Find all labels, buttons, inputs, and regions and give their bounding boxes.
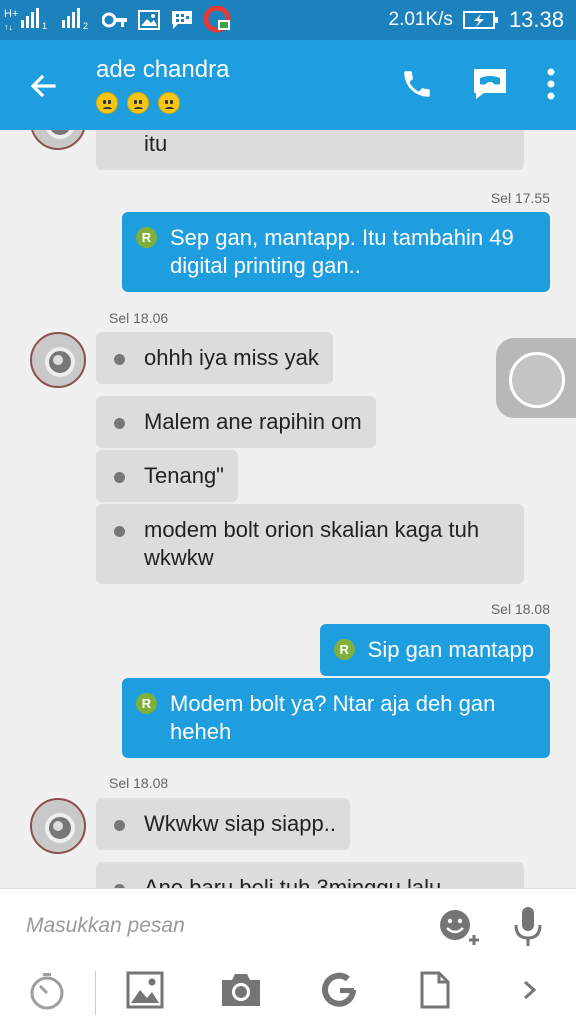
microphone-icon[interactable]	[512, 905, 544, 954]
network-speed: 2.01K/s	[388, 9, 453, 30]
file-icon[interactable]	[420, 971, 450, 1014]
message-dot	[114, 472, 125, 483]
message-text: Sep gan, mantapp. Itu tambahin 49 digita…	[170, 225, 514, 278]
message-timestamp: Sel 18.08	[490, 601, 550, 617]
chat-mask-icon[interactable]	[472, 64, 508, 104]
message-list[interactable]: itu Sel 17.55 R Sep gan, mantapp. Itu ta…	[0, 130, 576, 888]
message-text: Wkwkw siap siapp..	[144, 811, 336, 836]
message-text: Malem ane rapihin om	[144, 409, 362, 434]
message-dot	[114, 820, 125, 831]
more-vert-icon[interactable]	[546, 64, 556, 104]
message-text: modem bolt orion skalian kaga tuh wkwkw	[144, 517, 480, 570]
app-notification-icon	[204, 6, 232, 34]
sad-emoji-icon	[96, 92, 118, 114]
mood-emoji-row	[96, 92, 180, 114]
chevron-right-icon[interactable]	[518, 971, 542, 1014]
message-incoming[interactable]: modem bolt orion skalian kaga tuh wkwkw	[96, 504, 524, 584]
sim2-label: 2	[83, 21, 88, 31]
message-text: ohhh iya miss yak	[144, 345, 319, 370]
toolbar-actions	[400, 64, 556, 104]
message-incoming[interactable]: ohhh iya miss yak	[96, 332, 333, 384]
contact-name[interactable]: ade chandra	[96, 56, 229, 84]
message-incoming[interactable]: Wkwkw siap siapp..	[96, 798, 350, 850]
network-type: H+	[4, 8, 18, 20]
message-timestamp: Sel 17.55	[490, 190, 550, 206]
message-text: Tenang"	[144, 463, 224, 488]
message-outgoing[interactable]: R Sep gan, mantapp. Itu tambahin 49 digi…	[122, 212, 550, 292]
status-left-icons: H+ ↑↓ 1 2	[4, 6, 232, 34]
attachment-toolbar	[0, 967, 576, 1017]
divider	[95, 971, 96, 1015]
read-status-badge: R	[136, 693, 157, 714]
conversation-toolbar: ade chandra	[0, 40, 576, 130]
message-incoming[interactable]: itu	[96, 130, 524, 170]
message-text: Modem bolt ya? Ntar aja deh gan heheh	[170, 691, 496, 744]
message-text: Ane baru beli tuh 3minggu lalu	[144, 875, 442, 888]
bbm-notification-icon	[170, 9, 194, 31]
signal-sim2-icon: 2	[62, 6, 92, 34]
emoji-add-icon[interactable]	[438, 907, 484, 952]
clock: 13.38	[508, 7, 564, 32]
refresh-g-icon[interactable]	[320, 971, 358, 1014]
battery-charging-icon	[462, 10, 499, 30]
sim1-label: 1	[42, 21, 47, 31]
svg-text:↑↓: ↑↓	[4, 22, 13, 32]
message-incoming[interactable]: Ane baru beli tuh 3minggu lalu	[96, 862, 524, 888]
message-incoming[interactable]: Tenang"	[96, 450, 238, 502]
vpn-key-icon	[102, 10, 128, 30]
sad-emoji-icon	[158, 92, 180, 114]
status-bar: H+ ↑↓ 1 2 2.01K/s 13.38	[0, 0, 576, 40]
contact-avatar[interactable]	[30, 130, 86, 150]
camera-icon[interactable]	[220, 971, 262, 1014]
assistive-touch-button[interactable]	[496, 338, 576, 418]
message-text: Sip gan mantapp	[367, 637, 534, 662]
sad-emoji-icon	[127, 92, 149, 114]
message-dot	[114, 418, 125, 429]
message-dot	[114, 354, 125, 365]
message-text: itu	[144, 131, 168, 156]
contact-avatar[interactable]	[30, 332, 86, 388]
contact-avatar[interactable]	[30, 798, 86, 854]
back-arrow-icon[interactable]	[24, 66, 64, 106]
message-incoming[interactable]: Malem ane rapihin om	[96, 396, 376, 448]
status-right: 2.01K/s 13.38	[389, 0, 565, 40]
message-timestamp: Sel 18.08	[109, 775, 169, 791]
signal-sim1-icon: H+ ↑↓ 1	[4, 6, 52, 34]
message-timestamp: Sel 18.06	[109, 310, 169, 326]
image-icon[interactable]	[126, 971, 164, 1014]
phone-icon[interactable]	[400, 64, 434, 104]
composer	[0, 888, 576, 1024]
timer-icon[interactable]	[28, 971, 66, 1016]
message-input[interactable]	[26, 909, 406, 943]
read-status-badge: R	[136, 227, 157, 248]
gallery-notification-icon	[138, 10, 160, 30]
message-outgoing[interactable]: R Sip gan mantapp	[319, 624, 550, 676]
read-status-badge: R	[333, 639, 355, 660]
message-outgoing[interactable]: R Modem bolt ya? Ntar aja deh gan heheh	[122, 678, 550, 758]
message-dot	[114, 526, 125, 537]
